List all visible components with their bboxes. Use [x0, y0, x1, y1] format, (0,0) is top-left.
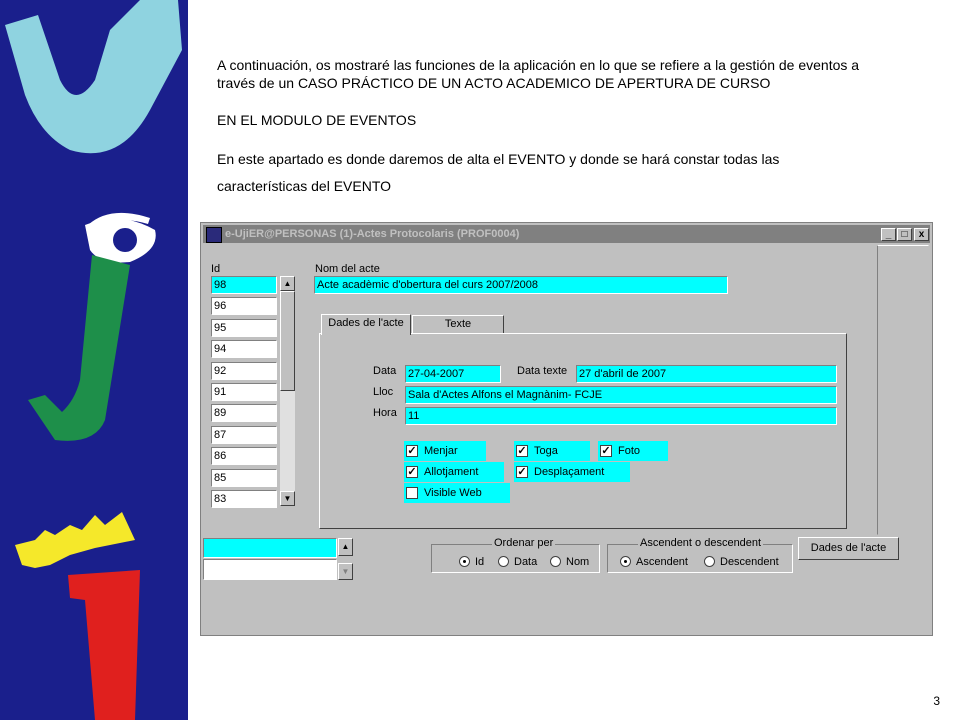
data-label: Data — [373, 365, 397, 377]
id-list-item[interactable]: 85 — [211, 468, 277, 487]
menjar-checkbox[interactable]: ✓ Menjar — [404, 441, 486, 461]
search-scroll-up-button[interactable]: ▲ — [338, 538, 353, 556]
checkbox-mark: ✓ — [516, 466, 528, 478]
toga-label: Toga — [534, 445, 558, 457]
list-scroll-down-button[interactable]: ▼ — [280, 491, 295, 506]
ascendent-radio[interactable]: Ascendent — [620, 555, 688, 569]
checkbox-mark: ✓ — [406, 466, 418, 478]
list-scroll-thumb[interactable] — [280, 291, 295, 391]
radio-dot — [620, 556, 631, 567]
u-shape — [5, 0, 182, 154]
ascendent-label: Ascendent — [636, 556, 688, 568]
intro-line-1: A continuación, os mostraré las funcione… — [217, 57, 860, 73]
close-button[interactable]: x — [914, 228, 929, 241]
ascendent-group: Ascendent o descendent Ascendent Descend… — [607, 537, 793, 573]
id-list-item[interactable]: 89 — [211, 404, 277, 423]
id-list-item[interactable]: 86 — [211, 447, 277, 466]
id-list-item[interactable]: 96 — [211, 297, 277, 316]
ordenar-data-radio[interactable]: Data — [498, 555, 537, 569]
lloc-label: Lloc — [373, 386, 394, 398]
i-shape — [68, 570, 140, 720]
ordenar-id-radio[interactable]: Id — [459, 555, 484, 569]
radio-dot — [550, 556, 561, 567]
checkbox-mark — [406, 487, 418, 499]
desplacament-checkbox[interactable]: ✓ Desplaçament — [514, 462, 630, 482]
ordenar-group: Ordenar per Id Data Nom — [431, 537, 600, 573]
descendent-label: Descendent — [720, 556, 779, 568]
ascendent-title: Ascendent o descendent — [638, 537, 764, 549]
dades-acte-button[interactable]: Dades de l'acte — [798, 537, 899, 560]
search-field[interactable] — [203, 538, 337, 558]
id-column-header: Id — [211, 263, 221, 275]
nom-label: Nom del acte — [315, 263, 380, 275]
section-heading: EN EL MODULO DE EVENTOS — [217, 112, 417, 128]
lloc-field[interactable]: Sala d'Actes Alfons el Magnànim- FCJE — [405, 386, 837, 404]
app-window: e-UjiER@PERSONAS (1)-Actes Protocolaris … — [200, 222, 933, 636]
tab-dades[interactable]: Dades de l'acte — [321, 314, 411, 335]
id-list-item[interactable]: 92 — [211, 361, 277, 380]
ordenar-data-label: Data — [514, 556, 538, 568]
menjar-label: Menjar — [424, 445, 458, 457]
id-list-item[interactable]: 83 — [211, 490, 277, 508]
ordenar-nom-label: Nom — [566, 556, 590, 568]
foto-label: Foto — [618, 445, 641, 457]
id-list-item[interactable]: 87 — [211, 425, 277, 444]
id-list-item[interactable]: 95 — [211, 318, 277, 337]
allotjament-checkbox[interactable]: ✓ Allotjament — [404, 462, 504, 482]
description-line-1: En este apartado es donde daremos de alt… — [217, 151, 780, 167]
description-line-2: características del EVENTO — [217, 178, 392, 194]
ordenar-id-label: Id — [475, 556, 485, 568]
ordenar-title: Ordenar per — [492, 537, 556, 549]
minimize-button[interactable]: _ — [881, 228, 896, 241]
tab-panel — [319, 333, 847, 529]
tab-texte[interactable]: Texte — [412, 315, 504, 334]
window-title: e-UjiER@PERSONAS (1)-Actes Protocolaris … — [225, 228, 520, 240]
maximize-button[interactable]: □ — [897, 228, 912, 241]
app-icon — [206, 227, 222, 243]
allotjament-label: Allotjament — [424, 466, 479, 478]
sidebar-decoration — [0, 0, 188, 720]
radio-dot — [459, 556, 470, 567]
hora-field[interactable]: 11 — [405, 407, 837, 425]
data-field[interactable]: 27-04-2007 — [405, 365, 501, 383]
eye-pupil — [113, 228, 137, 252]
list-scroll-up-button[interactable]: ▲ — [280, 276, 295, 291]
id-list-item[interactable]: 98 — [211, 276, 277, 294]
page-number: 3 — [933, 694, 940, 708]
window-right-divider — [877, 245, 929, 535]
visible-web-checkbox[interactable]: Visible Web — [404, 483, 510, 503]
ordenar-nom-radio[interactable]: Nom — [550, 555, 589, 569]
visible-web-label: Visible Web — [424, 487, 482, 499]
intro-line-2: través de un CASO PRÁCTICO DE UN ACTO AC… — [217, 75, 771, 91]
data-texte-field[interactable]: 27 d'abril de 2007 — [576, 365, 837, 383]
checkbox-mark: ✓ — [516, 445, 528, 457]
j-shape — [28, 255, 130, 441]
search-scroll-down-button[interactable]: ▼ — [338, 563, 353, 580]
data-texte-label: Data texte — [517, 365, 568, 377]
radio-dot — [498, 556, 509, 567]
desplacament-label: Desplaçament — [534, 466, 605, 478]
uji-logo-shapes — [5, 0, 182, 720]
crown-shape — [15, 512, 135, 568]
nom-field[interactable]: Acte acadèmic d'obertura del curs 2007/2… — [314, 276, 728, 294]
descendent-radio[interactable]: Descendent — [704, 555, 779, 569]
toga-checkbox[interactable]: ✓ Toga — [514, 441, 590, 461]
window-titlebar[interactable]: e-UjiER@PERSONAS (1)-Actes Protocolaris … — [203, 225, 930, 243]
id-list-item[interactable]: 91 — [211, 383, 277, 401]
checkbox-mark: ✓ — [600, 445, 612, 457]
search-field-2[interactable] — [203, 559, 337, 580]
hora-label: Hora — [373, 407, 397, 419]
foto-checkbox[interactable]: ✓ Foto — [598, 441, 668, 461]
checkbox-mark: ✓ — [406, 445, 418, 457]
id-list-item[interactable]: 94 — [211, 340, 277, 359]
radio-dot — [704, 556, 715, 567]
